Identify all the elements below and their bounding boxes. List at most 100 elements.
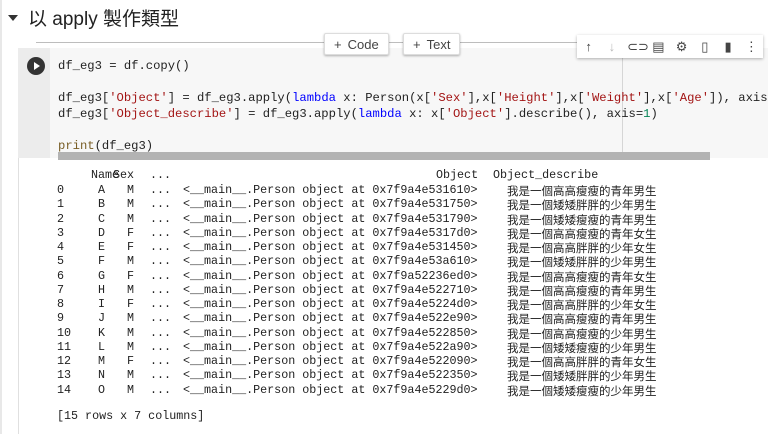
- row-sex: F: [127, 354, 135, 368]
- table-row: 12 M F... <__main__.Person object at 0x7f9a…: [0, 354, 700, 369]
- row-sex: M: [127, 325, 135, 340]
- row-index: 3: [57, 225, 65, 240]
- code-line: df_eg3['Object'] = df_eg3.apply(lambda x…: [58, 91, 768, 105]
- row-index: 14: [57, 382, 72, 397]
- row-object: <__main__.Person object at 0x7f9a4e53175…: [183, 197, 478, 212]
- row-ellipsis: ...: [150, 197, 172, 212]
- table-row: 11 L M... <__main__.Person object at 0x7f9a…: [0, 339, 700, 355]
- row-name: A: [98, 183, 106, 197]
- row-ellipsis: ...: [150, 339, 172, 354]
- row-ellipsis: ...: [150, 325, 172, 340]
- more-icon[interactable]: ⋮: [743, 39, 759, 55]
- row-index: 9: [57, 311, 65, 326]
- row-name: B: [98, 197, 106, 212]
- row-name: O: [98, 382, 106, 397]
- cell-toolbar: ↑ ↓ ⊂⊃ ▤ ⚙ ▯ ▮ ⋮: [577, 35, 763, 58]
- plus-icon: +: [413, 36, 421, 52]
- row-name: G: [98, 268, 106, 283]
- table-row: 6 G F... <__main__.Person object at 0x7f9a5…: [0, 268, 700, 284]
- row-sex: F: [127, 268, 135, 283]
- row-name: I: [98, 297, 106, 311]
- row-name: D: [98, 225, 106, 240]
- add-text-button[interactable]: + Text: [403, 33, 461, 55]
- row-index: 8: [57, 297, 65, 311]
- row-ellipsis: ...: [150, 225, 172, 240]
- header-ellipsis: ...: [150, 168, 172, 182]
- row-index: 7: [57, 282, 65, 297]
- row-object: <__main__.Person object at 0x7f9a4e52271…: [183, 282, 478, 297]
- row-name: N: [98, 368, 106, 383]
- table-row: 4 E F... <__main__.Person object at 0x7f9a4…: [0, 240, 700, 255]
- row-index: 2: [57, 211, 65, 226]
- table-row: 13 N M... <__main__.Person object at 0x7f9a…: [0, 368, 700, 383]
- row-sex: M: [127, 183, 135, 197]
- code-line: print(df_eg3): [58, 139, 154, 153]
- row-name: M: [98, 354, 106, 368]
- row-object: <__main__.Person object at 0x7f9a4e52235…: [183, 368, 478, 383]
- table-row: 1 B M... <__main__.Person object at 0x7f9a4…: [0, 197, 700, 212]
- gear-icon[interactable]: ⚙: [674, 39, 690, 55]
- row-sex: M: [127, 368, 135, 383]
- row-name: H: [98, 282, 106, 297]
- comment-icon[interactable]: ▤: [650, 39, 666, 55]
- run-cell-button[interactable]: [27, 57, 45, 75]
- row-name: J: [98, 311, 106, 326]
- collapse-caret-icon[interactable]: [8, 14, 18, 21]
- row-ellipsis: ...: [150, 382, 172, 397]
- row-object: <__main__.Person object at 0x7f9a4e522a9…: [183, 339, 478, 354]
- row-sex: M: [127, 211, 135, 226]
- row-ellipsis: ...: [150, 268, 172, 283]
- delete-icon[interactable]: ▮: [720, 39, 736, 55]
- table-row: 7 H M... <__main__.Person object at 0x7f9a4…: [0, 282, 700, 298]
- row-ellipsis: ...: [150, 211, 172, 226]
- table-row: 9 J M... <__main__.Person object at 0x7f9a4…: [0, 311, 700, 326]
- move-down-icon[interactable]: ↓: [604, 39, 620, 54]
- row-object: <__main__.Person object at 0x7f9a4e5224d…: [183, 297, 478, 311]
- mirror-cell-icon[interactable]: ▯: [697, 39, 713, 55]
- row-name: L: [98, 339, 106, 354]
- table-row: 2 C M... <__main__.Person object at 0x7f9a4…: [0, 211, 700, 227]
- row-object: <__main__.Person object at 0x7f9a4e53145…: [183, 240, 478, 254]
- header-describe: Object_describe: [493, 168, 599, 182]
- code-line: df_eg3['Object_describe'] = df_eg3.apply…: [58, 107, 658, 121]
- table-row: 0 A M... <__main__.Person object at 0x7f9a4…: [0, 183, 700, 198]
- table-row: 5 F M... <__main__.Person object at 0x7f9a4…: [0, 254, 700, 269]
- output-header-row: Name Sex ... Object Object_describe: [0, 168, 700, 182]
- row-ellipsis: ...: [150, 297, 172, 311]
- row-name: E: [98, 240, 106, 254]
- row-ellipsis: ...: [150, 254, 172, 269]
- row-ellipsis: ...: [150, 240, 172, 254]
- row-index: 12: [57, 354, 72, 368]
- table-row: 8 I F... <__main__.Person object at 0x7f9a4…: [0, 297, 700, 312]
- move-up-icon[interactable]: ↑: [581, 39, 597, 54]
- row-object: <__main__.Person object at 0x7f9a4e5229d…: [183, 382, 478, 397]
- row-sex: M: [127, 382, 135, 397]
- row-sex: M: [127, 282, 135, 297]
- row-object: <__main__.Person object at 0x7f9a4e522e9…: [183, 311, 478, 326]
- row-sex: F: [127, 225, 135, 240]
- row-object: <__main__.Person object at 0x7f9a52236ed…: [183, 268, 478, 283]
- row-object: <__main__.Person object at 0x7f9a4e52285…: [183, 325, 478, 340]
- add-code-button[interactable]: + Code: [324, 33, 389, 55]
- add-text-label: Text: [426, 36, 451, 52]
- table-row: 3 D F... <__main__.Person object at 0x7f9a4…: [0, 225, 700, 241]
- row-index: 13: [57, 368, 72, 383]
- row-name: C: [98, 211, 106, 226]
- row-object: <__main__.Person object at 0x7f9a4e53161…: [183, 183, 478, 197]
- row-index: 6: [57, 268, 65, 283]
- code-line: df_eg3 = df.copy(): [58, 59, 190, 73]
- row-ellipsis: ...: [150, 282, 172, 297]
- row-index: 4: [57, 240, 65, 254]
- link-icon[interactable]: ⊂⊃: [627, 39, 649, 55]
- row-object: <__main__.Person object at 0x7f9a4e52209…: [183, 354, 478, 368]
- code-text[interactable]: df_eg3 = df.copy() df_eg3['Object'] = df…: [58, 58, 768, 154]
- section-header[interactable]: 以 apply 製作類型: [8, 4, 179, 31]
- row-index: 11: [57, 339, 72, 354]
- row-sex: M: [127, 311, 135, 326]
- horizontal-scrollbar[interactable]: [58, 152, 710, 160]
- row-ellipsis: ...: [150, 183, 172, 197]
- row-sex: M: [127, 254, 135, 269]
- row-sex: M: [127, 339, 135, 354]
- row-name: F: [98, 254, 106, 269]
- row-ellipsis: ...: [150, 368, 172, 383]
